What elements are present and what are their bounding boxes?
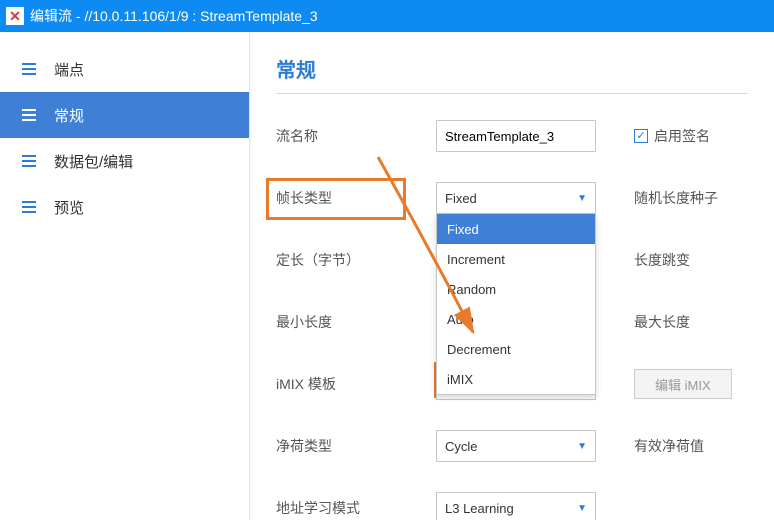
label-imix-template: iMIX 模板 (276, 374, 436, 394)
section-title: 常规 (276, 54, 748, 94)
sidebar-item-endpoint[interactable]: 端点 (0, 46, 249, 92)
label-stream-name: 流名称 (276, 126, 436, 146)
titlebar: ✕ 编辑流 - //10.0.11.106/1/9 : StreamTempla… (0, 0, 774, 32)
edit-imix-button[interactable]: 编辑 iMIX (634, 369, 732, 399)
label-frame-type: 帧长类型 (276, 190, 332, 206)
payload-value: Cycle (445, 439, 478, 454)
addr-learn-select[interactable]: L3 Learning ▼ (436, 492, 596, 520)
label-max-len: 最大长度 (634, 312, 690, 332)
enable-sign-label: 启用签名 (654, 126, 710, 146)
frame-type-value: Fixed (445, 191, 477, 206)
label-random-seed: 随机长度种子 (634, 188, 718, 208)
label-addr-learn: 地址学习模式 (276, 498, 436, 518)
label-fixed-len: 定长（字节） (276, 250, 436, 270)
content: 常规 流名称 ✓ 启用签名 帧长类型 (250, 32, 774, 520)
sidebar-item-label: 数据包/编辑 (54, 151, 133, 172)
menu-icon (22, 155, 36, 167)
enable-sign-checkbox[interactable]: ✓ 启用签名 (634, 126, 710, 146)
menu-icon (22, 63, 36, 75)
sidebar-item-preview[interactable]: 预览 (0, 184, 249, 230)
stream-name-input[interactable] (436, 120, 596, 152)
menu-icon (22, 109, 36, 121)
dropdown-item-imix[interactable]: iMIX (437, 364, 595, 394)
label-payload-type: 净荷类型 (276, 436, 436, 456)
payload-type-select[interactable]: Cycle ▼ (436, 430, 596, 462)
caret-down-icon: ▼ (577, 193, 587, 204)
caret-down-icon: ▼ (577, 503, 587, 514)
app-icon: ✕ (6, 7, 24, 25)
sidebar-item-label: 端点 (54, 59, 84, 80)
menu-icon (22, 201, 36, 213)
sidebar-item-label: 常规 (54, 105, 84, 126)
dropdown-item-auto[interactable]: Auto (437, 304, 595, 334)
label-len-step: 长度跳变 (634, 250, 690, 270)
dropdown-item-fixed[interactable]: Fixed (437, 214, 595, 244)
sidebar-item-general[interactable]: 常规 (0, 92, 249, 138)
frame-type-select[interactable]: Fixed ▼ (436, 182, 596, 214)
dropdown-item-decrement[interactable]: Decrement (437, 334, 595, 364)
window-title: 编辑流 - //10.0.11.106/1/9 : StreamTemplate… (30, 6, 318, 26)
caret-down-icon: ▼ (577, 441, 587, 452)
sidebar-item-packet[interactable]: 数据包/编辑 (0, 138, 249, 184)
sidebar: 端点 常规 数据包/编辑 预览 (0, 32, 250, 520)
frame-type-dropdown: Fixed Increment Random Auto Decrement iM… (436, 214, 596, 395)
label-payload-value: 有效净荷值 (634, 436, 704, 456)
dropdown-item-random[interactable]: Random (437, 274, 595, 304)
label-min-len: 最小长度 (276, 312, 436, 332)
sidebar-item-label: 预览 (54, 197, 84, 218)
check-icon: ✓ (634, 129, 648, 143)
addr-learn-value: L3 Learning (445, 501, 514, 516)
window: ✕ 编辑流 - //10.0.11.106/1/9 : StreamTempla… (0, 0, 774, 520)
dropdown-item-increment[interactable]: Increment (437, 244, 595, 274)
